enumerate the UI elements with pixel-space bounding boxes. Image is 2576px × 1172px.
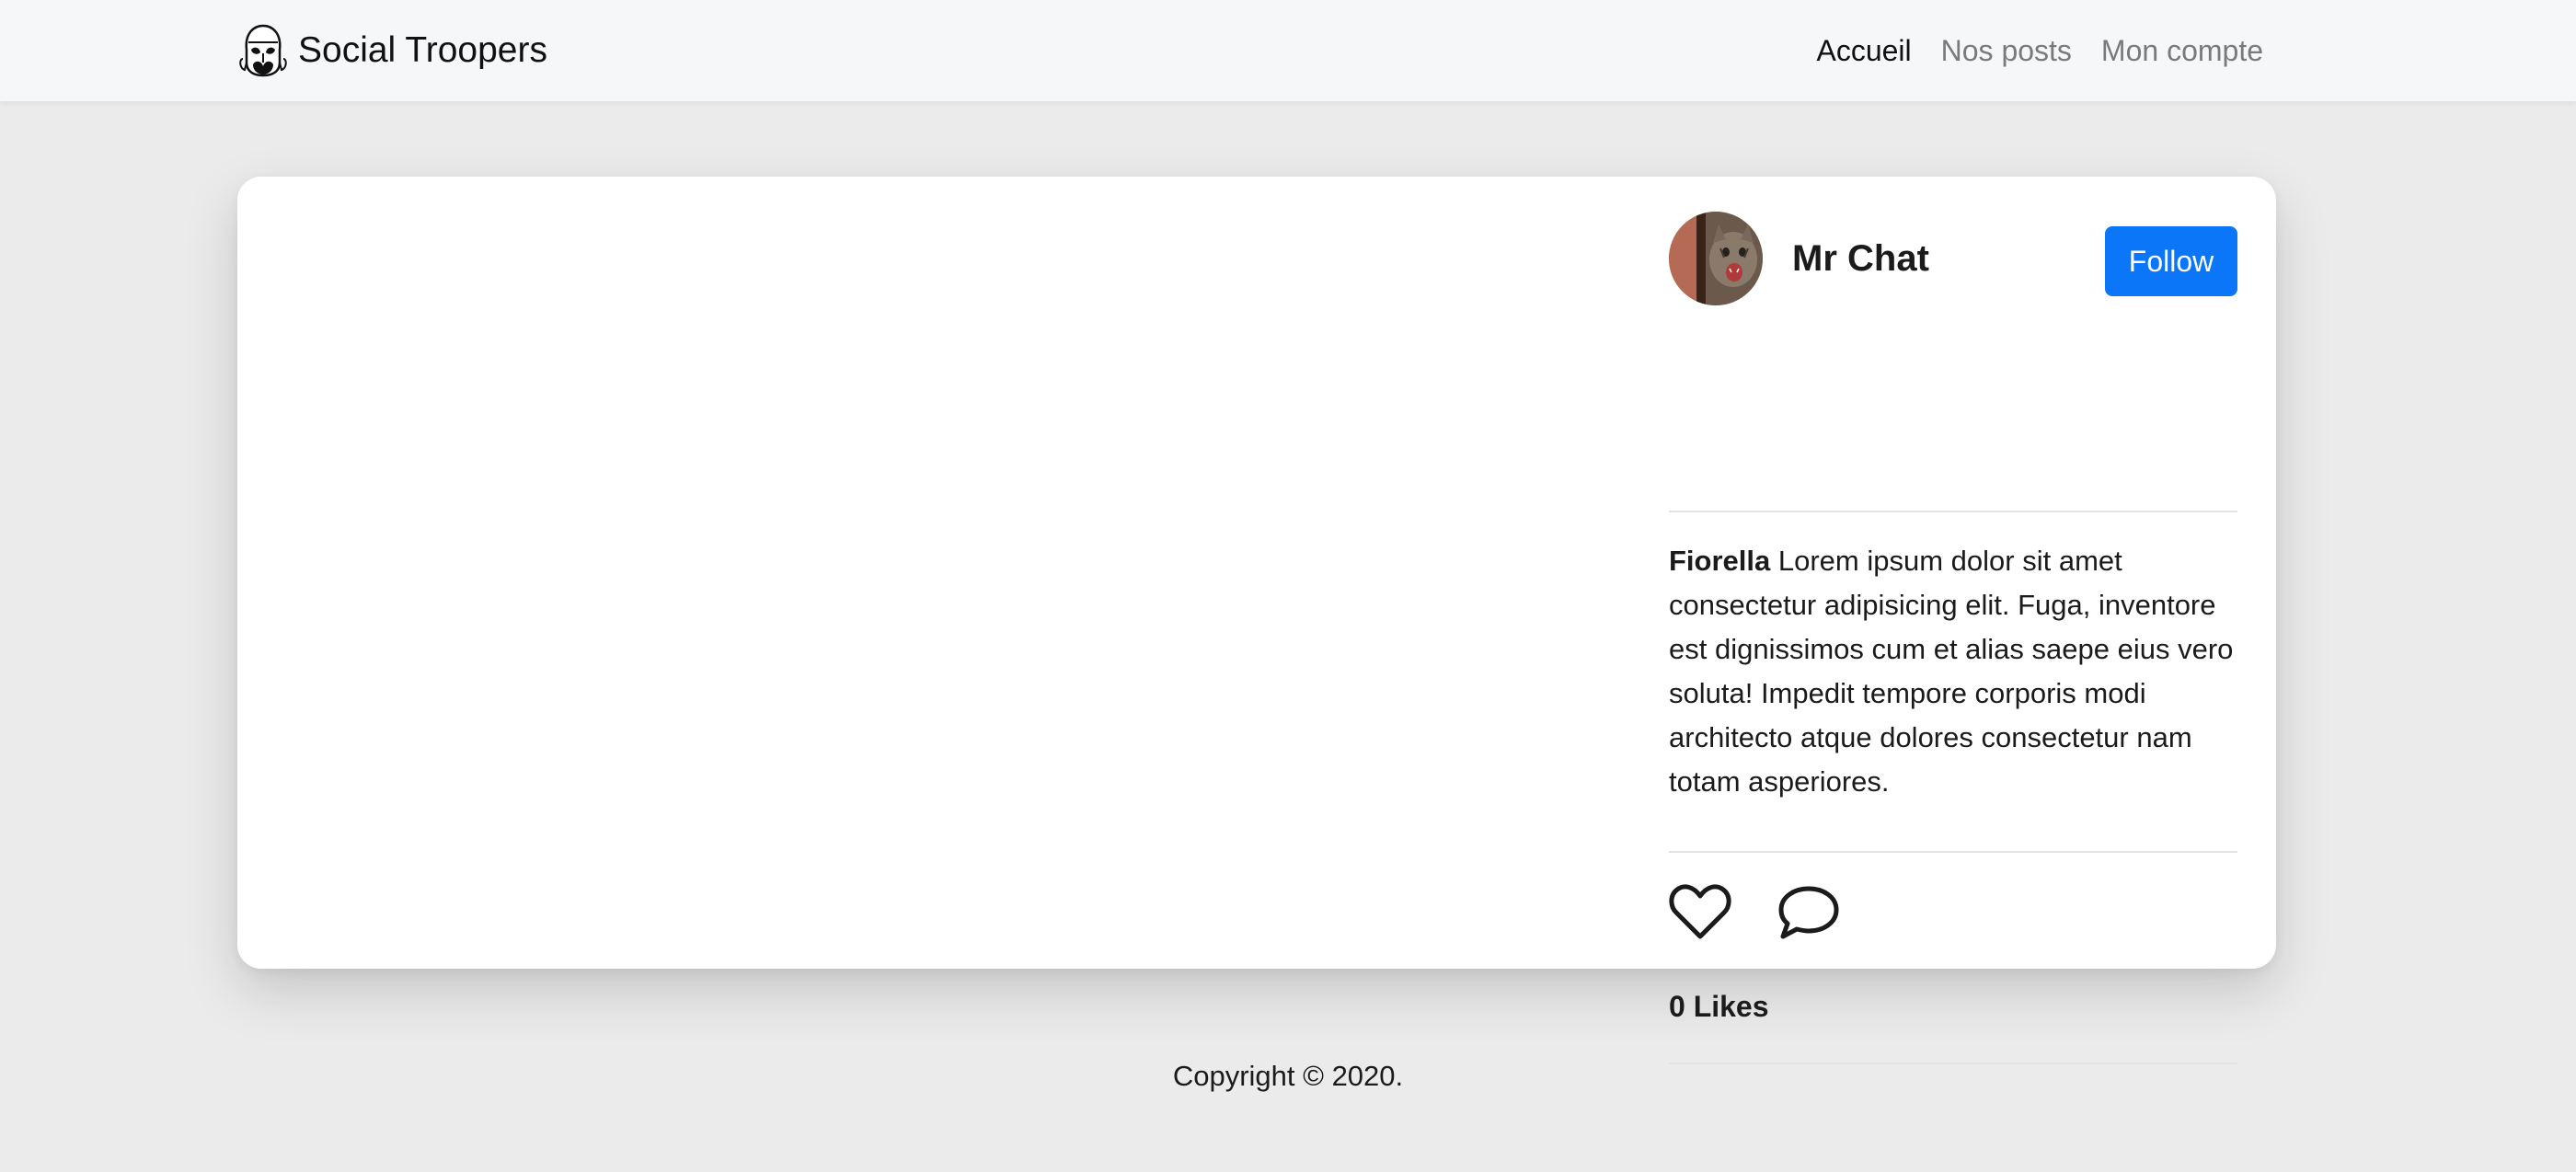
nav-link-accueil[interactable]: Accueil	[1816, 34, 1911, 68]
likes-count: 0 Likes	[1669, 990, 1769, 1023]
divider	[1669, 851, 2237, 853]
brand-name: Social Troopers	[298, 30, 547, 70]
caption-text: Lorem ipsum dolor sit amet consectetur a…	[1669, 545, 2234, 798]
post-actions	[1669, 881, 1840, 944]
author-name[interactable]: Mr Chat	[1792, 238, 1929, 280]
post-author: Mr Chat Follow	[1669, 212, 2237, 305]
footer-copyright: Copyright © 2020.	[1172, 1060, 1404, 1092]
comment-icon[interactable]	[1777, 883, 1840, 942]
post-media	[237, 177, 1645, 969]
brand-link[interactable]: Social Troopers	[236, 20, 547, 81]
main-nav: Accueil Nos posts Mon compte	[1816, 28, 2263, 74]
cat-avatar-image	[1669, 212, 1763, 305]
top-navbar: Social Troopers Accueil Nos posts Mon co…	[0, 0, 2576, 101]
post-card: Mr Chat Follow Fiorella Lorem ipsum dolo…	[237, 177, 2276, 1064]
heart-icon[interactable]	[1669, 883, 1731, 942]
divider	[1669, 511, 2237, 512]
caption-username[interactable]: Fiorella	[1669, 545, 1770, 577]
stormtrooper-logo-icon	[239, 24, 287, 77]
follow-button[interactable]: Follow	[2105, 226, 2237, 296]
nav-link-mon-compte[interactable]: Mon compte	[2101, 34, 2263, 68]
post-sidebar: Mr Chat Follow Fiorella Lorem ipsum dolo…	[1669, 177, 2237, 1064]
nav-link-nos-posts[interactable]: Nos posts	[1941, 34, 2072, 68]
avatar[interactable]	[1669, 212, 1763, 305]
post-caption: Fiorella Lorem ipsum dolor sit amet cons…	[1669, 539, 2237, 804]
